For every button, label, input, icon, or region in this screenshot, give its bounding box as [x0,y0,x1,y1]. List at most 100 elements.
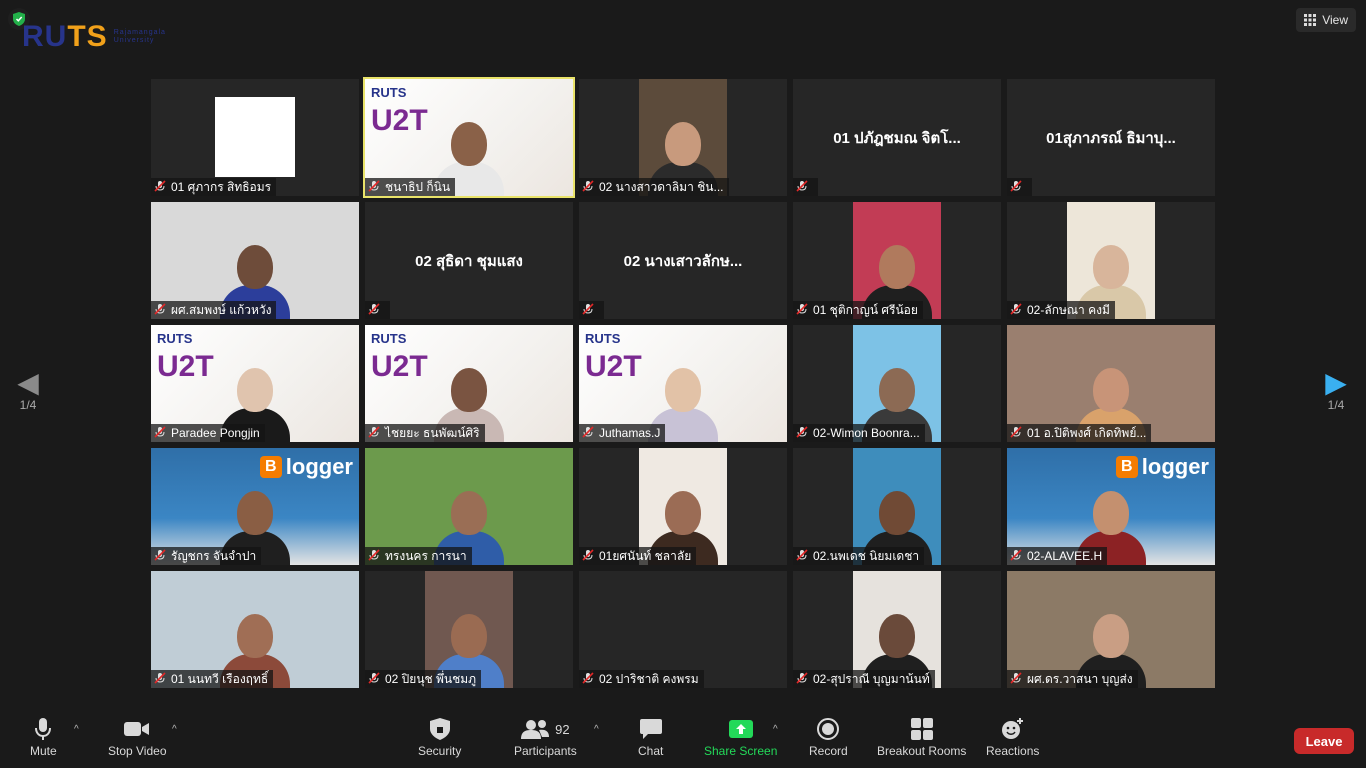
stop-video-button[interactable]: Stop Video [108,716,167,758]
participant-name: Juthamas.J [599,426,661,440]
participant-name: 02-ลักษณา คงมี [1027,302,1110,317]
participant-name-label [579,301,604,319]
participant-name-label: Juthamas.J [579,424,666,442]
participant-name-label [793,178,818,196]
participant-name: 01 นนทวี เรืองฤทธิ์ [171,671,269,686]
participant-name-label: 01 นนทวี เรืองฤทธิ์ [151,670,274,688]
chat-button[interactable]: Chat [638,716,663,758]
participant-name-label: ชนาธิป ก็นิน [365,178,456,196]
participant-display-name: 02 นางเสาวลักษ... [623,252,743,270]
participant-tile[interactable]: 02-Wimon Boonra... [793,325,1001,442]
participant-name-label: ผศ.ดร.วาสนา บุญส่ง [1007,670,1138,688]
record-icon [817,716,840,742]
participant-tile[interactable]: 02 ปิยนุช พึ่นชมภู [365,571,573,688]
participant-name: ไชยยะ ธนพัฒน์ศิริ [385,425,480,440]
participant-tile[interactable]: Blogger รัญชกร จันจำปา [151,448,359,565]
participant-name: ชนาธิป ก็นิน [385,179,451,194]
security-button[interactable]: Security [418,716,461,758]
participant-tile[interactable]: ผศ.สมพงษ์ แก้วหวัง [151,202,359,319]
participant-name-label [1007,178,1032,196]
prev-page-button[interactable]: ◀ 1/4 [13,367,43,413]
muted-microphone-icon [154,425,166,441]
muted-microphone-icon [796,548,808,564]
participant-tile[interactable]: ผศ.ดร.วาสนา บุญส่ง [1007,571,1215,688]
participant-name: 02-Wimon Boonra... [813,426,920,440]
participant-tile[interactable]: 01 อ.ปิติพงศ์ เกิดทิพย์... [1007,325,1215,442]
participant-name-label: 01ยศนันท์ ชลาลัย [579,547,697,565]
muted-microphone-icon [368,302,380,318]
reactions-button[interactable]: Reactions [986,716,1039,758]
muted-microphone-icon [582,671,594,687]
participant-name-label: 02 ปาริชาติ คงพรม [579,670,704,688]
participant-tile[interactable]: RUTS U2T ไชยยะ ธนพัฒน์ศิริ [365,325,573,442]
view-button[interactable]: View [1296,8,1356,32]
participant-display-name: 02 สุธิดา ชุมแสง [415,252,523,270]
ruts-logo: RU TS Rajamangala University [22,20,166,53]
view-label: View [1322,13,1348,27]
participant-tile[interactable]: 01 นนทวี เรืองฤทธิ์ [151,571,359,688]
muted-microphone-icon [1010,548,1022,564]
participant-tile[interactable]: RUTS U2T Paradee Pongjin [151,325,359,442]
participant-tile[interactable]: RUTS U2T Juthamas.J [579,325,787,442]
participant-display-name: 01สุภาภรณ์ ธิมาบุ... [1046,129,1176,147]
participant-tile[interactable]: 01สุภาภรณ์ ธิมาบุ... [1007,79,1215,196]
participant-tile[interactable]: 02 นางเสาวลักษ... [579,202,787,319]
muted-microphone-icon [154,548,166,564]
muted-microphone-icon [368,671,380,687]
participant-tile[interactable]: 02.นพเดช นิยมเดชา [793,448,1001,565]
participant-video [215,97,295,177]
muted-microphone-icon [1010,302,1022,318]
participant-name-label: 02-Wimon Boonra... [793,424,925,442]
participant-name-label: 01 ศุภากร สิทธิอมร [151,178,277,196]
muted-microphone-icon [582,302,594,318]
participant-tile[interactable]: 02 สุธิดา ชุมแสง [365,202,573,319]
participant-tile[interactable]: Blogger 02-ALAVEE.H [1007,448,1215,565]
participant-tile[interactable]: 01 ปภัฎชมณ จิตโ... [793,79,1001,196]
muted-microphone-icon [582,179,594,195]
participant-tile[interactable]: 02 ปาริชาติ คงพรม [579,571,787,688]
participant-tile[interactable]: RUTS U2T ชนาธิป ก็นิน [363,77,575,198]
record-button[interactable]: Record [809,716,848,758]
leave-button[interactable]: Leave [1294,728,1354,754]
participant-name: 02-ALAVEE.H [1027,549,1103,563]
participant-name: 02 ปิยนุช พึ่นชมภู [385,671,477,686]
participant-name: รัญชกร จันจำปา [171,548,257,563]
muted-microphone-icon [1010,179,1022,195]
participant-name: 01 ศุภากร สิทธิอมร [171,179,272,194]
next-page-button[interactable]: ▶ 1/4 [1321,368,1351,413]
participant-name-label: 02-ลักษณา คงมี [1007,301,1115,319]
participant-tile[interactable]: 01ยศนันท์ ชลาลัย [579,448,787,565]
participant-tile[interactable]: 02-สุปราณี บุญมาน้นท์ [793,571,1001,688]
share-screen-button[interactable]: Share Screen [704,716,777,758]
participant-name-label: Paradee Pongjin [151,424,265,442]
participant-name: 01 ชุติกาญน์ ศรีน้อย [813,302,918,317]
participant-tile[interactable]: 02 นางสาวดาลิมา ชิน... [579,79,787,196]
participant-name-label: 02 ปิยนุช พึ่นชมภู [365,670,482,688]
share-options-caret[interactable]: ^ [773,724,778,735]
audio-options-caret[interactable]: ^ [74,724,79,735]
video-options-caret[interactable]: ^ [172,724,177,735]
participant-tile[interactable]: 01 ศุภากร สิทธิอมร [151,79,359,196]
participant-tile[interactable]: ทรงนคร การนา [365,448,573,565]
participant-name: 02.นพเดช นิยมเดชา [813,548,920,563]
prev-arrow-icon: ◀ [17,367,39,398]
mute-button[interactable]: Mute [30,716,57,758]
participant-name-label: 01 อ.ปิติพงศ์ เกิดทิพย์... [1007,424,1152,442]
participants-options-caret[interactable]: ^ [594,724,599,735]
participants-count: 92 [555,721,570,737]
participant-tile[interactable]: 02-ลักษณา คงมี [1007,202,1215,319]
meeting-toolbar: Mute ^ Stop Video ^ Security 92 Particip… [0,708,1366,768]
participant-tile[interactable]: 01 ชุติกาญน์ ศรีน้อย [793,202,1001,319]
participants-icon: 92 [521,716,570,742]
chat-bubble-icon [639,716,662,742]
muted-microphone-icon [154,302,166,318]
breakout-rooms-button[interactable]: Breakout Rooms [877,716,966,758]
u2t-logo: RUTS U2T [371,85,428,137]
muted-microphone-icon [1010,671,1022,687]
participant-name-label: 02-ALAVEE.H [1007,547,1108,565]
participant-name: ทรงนคร การนา [385,548,467,563]
participant-name: 01 อ.ปิติพงศ์ เกิดทิพย์... [1027,425,1147,440]
participant-name-label: 02 นางสาวดาลิมา ชิน... [579,178,729,196]
grid-view-icon [1304,14,1317,26]
participants-button[interactable]: 92 Participants [514,716,577,758]
